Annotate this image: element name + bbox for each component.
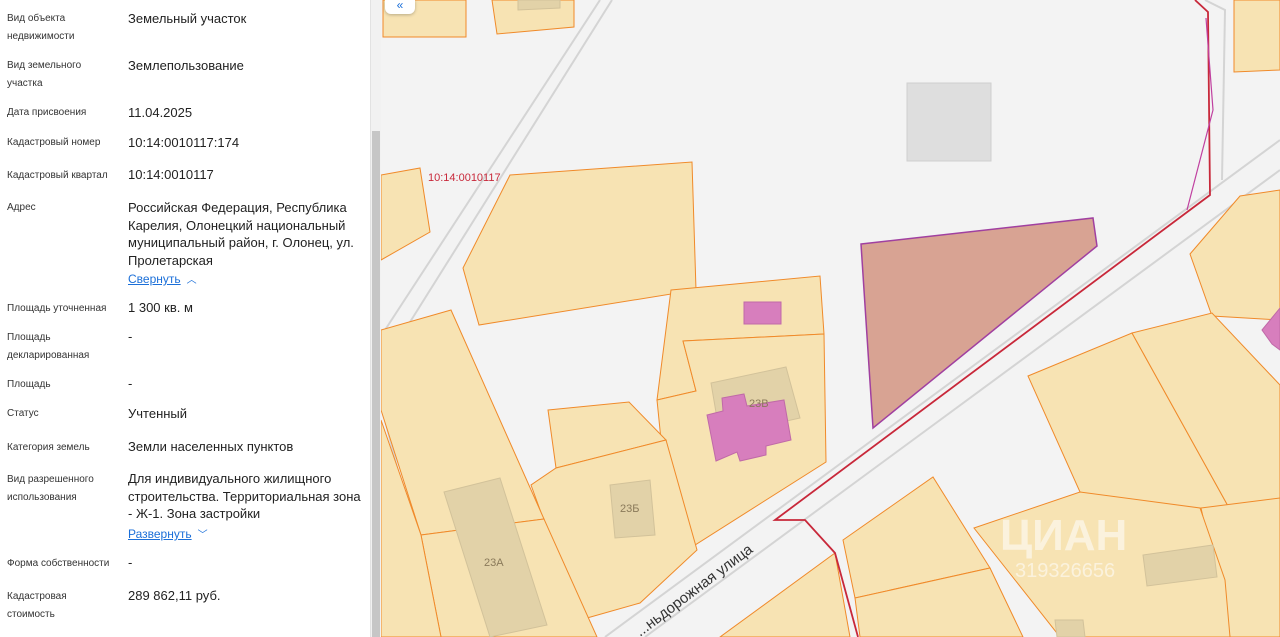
value-ownership-form: - (128, 555, 133, 570)
house-label-23b: 23Б (620, 503, 639, 515)
value-permitted-use: Для индивидуального жилищного строительс… (128, 471, 361, 521)
building-footprint (517, 0, 561, 11)
expand-permitted-use-link[interactable]: Развернуть ﹀ (128, 526, 208, 544)
property-info-panel: Вид объекта недвижимости Земельный участ… (0, 0, 370, 637)
collapse-panel-button[interactable]: « (385, 0, 415, 14)
value-area: - (128, 376, 133, 391)
label-object-type: Вид объекта недвижимости (7, 13, 75, 42)
chevron-up-icon: ︿ (186, 275, 197, 286)
value-area-declared: - (128, 329, 133, 344)
quarter-label: 10:14:0010117 (428, 172, 501, 184)
collapse-address-link[interactable]: Свернуть ︿ (128, 271, 197, 289)
panel-scrollbar[interactable] (370, 0, 381, 637)
value-cadastral-quarter: 10:14:0010117 (128, 167, 214, 182)
label-cadastral-number: Кадастровый номер (7, 137, 101, 148)
value-cadastral-value: 289 862,11 руб. (128, 588, 221, 603)
cadastral-map[interactable]: 10:14:0010117 23В 23Б 23А ...ньдорожная … (381, 0, 1280, 637)
label-area-specified: Площадь уточненная (7, 303, 107, 314)
label-land-category: Категория земель (7, 442, 90, 453)
label-status: Статус (7, 408, 39, 419)
capital-building[interactable] (743, 301, 782, 325)
map-canvas[interactable]: 10:14:0010117 23В 23Б 23А ...ньдорожная … (381, 0, 1280, 637)
house-label-23a: 23А (484, 557, 504, 569)
label-permitted-use: Вид разрешенного использования (7, 474, 94, 503)
double-chevron-left-icon: « (396, 0, 404, 12)
value-land-category: Земли населенных пунктов (128, 439, 294, 454)
label-area: Площадь (7, 379, 51, 390)
expand-link-text: Развернуть (128, 527, 192, 541)
label-area-declared: Площадь декларированная (7, 332, 90, 361)
value-object-type: Земельный участок (128, 11, 247, 26)
house-label-23v: 23В (749, 398, 769, 410)
watermark-id: 319326656 (1015, 560, 1115, 582)
parcel[interactable] (1233, 0, 1280, 73)
label-cadastral-quarter: Кадастровый квартал (7, 170, 108, 181)
grey-structure (906, 82, 992, 162)
label-ownership-form: Форма собственности (7, 558, 110, 569)
scrollbar-thumb[interactable] (372, 131, 380, 637)
chevron-down-icon: ﹀ (197, 530, 208, 541)
watermark-logo: ЦИАН (1000, 511, 1127, 560)
value-cadastral-number: 10:14:0010117:174 (128, 135, 240, 150)
label-parcel-type: Вид земельного участка (7, 60, 82, 89)
value-parcel-type: Землепользование (128, 58, 244, 73)
value-area-specified: 1 300 кв. м (128, 300, 193, 315)
label-cadastral-value: Кадастровая стоимость (7, 591, 67, 620)
building-footprint (1054, 619, 1086, 637)
collapse-link-text: Свернуть (128, 272, 181, 286)
label-address: Адрес (7, 202, 36, 213)
value-status: Учтенный (128, 406, 188, 421)
value-assignment-date: 11.04.2025 (128, 105, 193, 120)
label-assignment-date: Дата присвоения (7, 107, 87, 118)
value-address: Российская Федерация, Республика Карелия… (128, 200, 354, 268)
